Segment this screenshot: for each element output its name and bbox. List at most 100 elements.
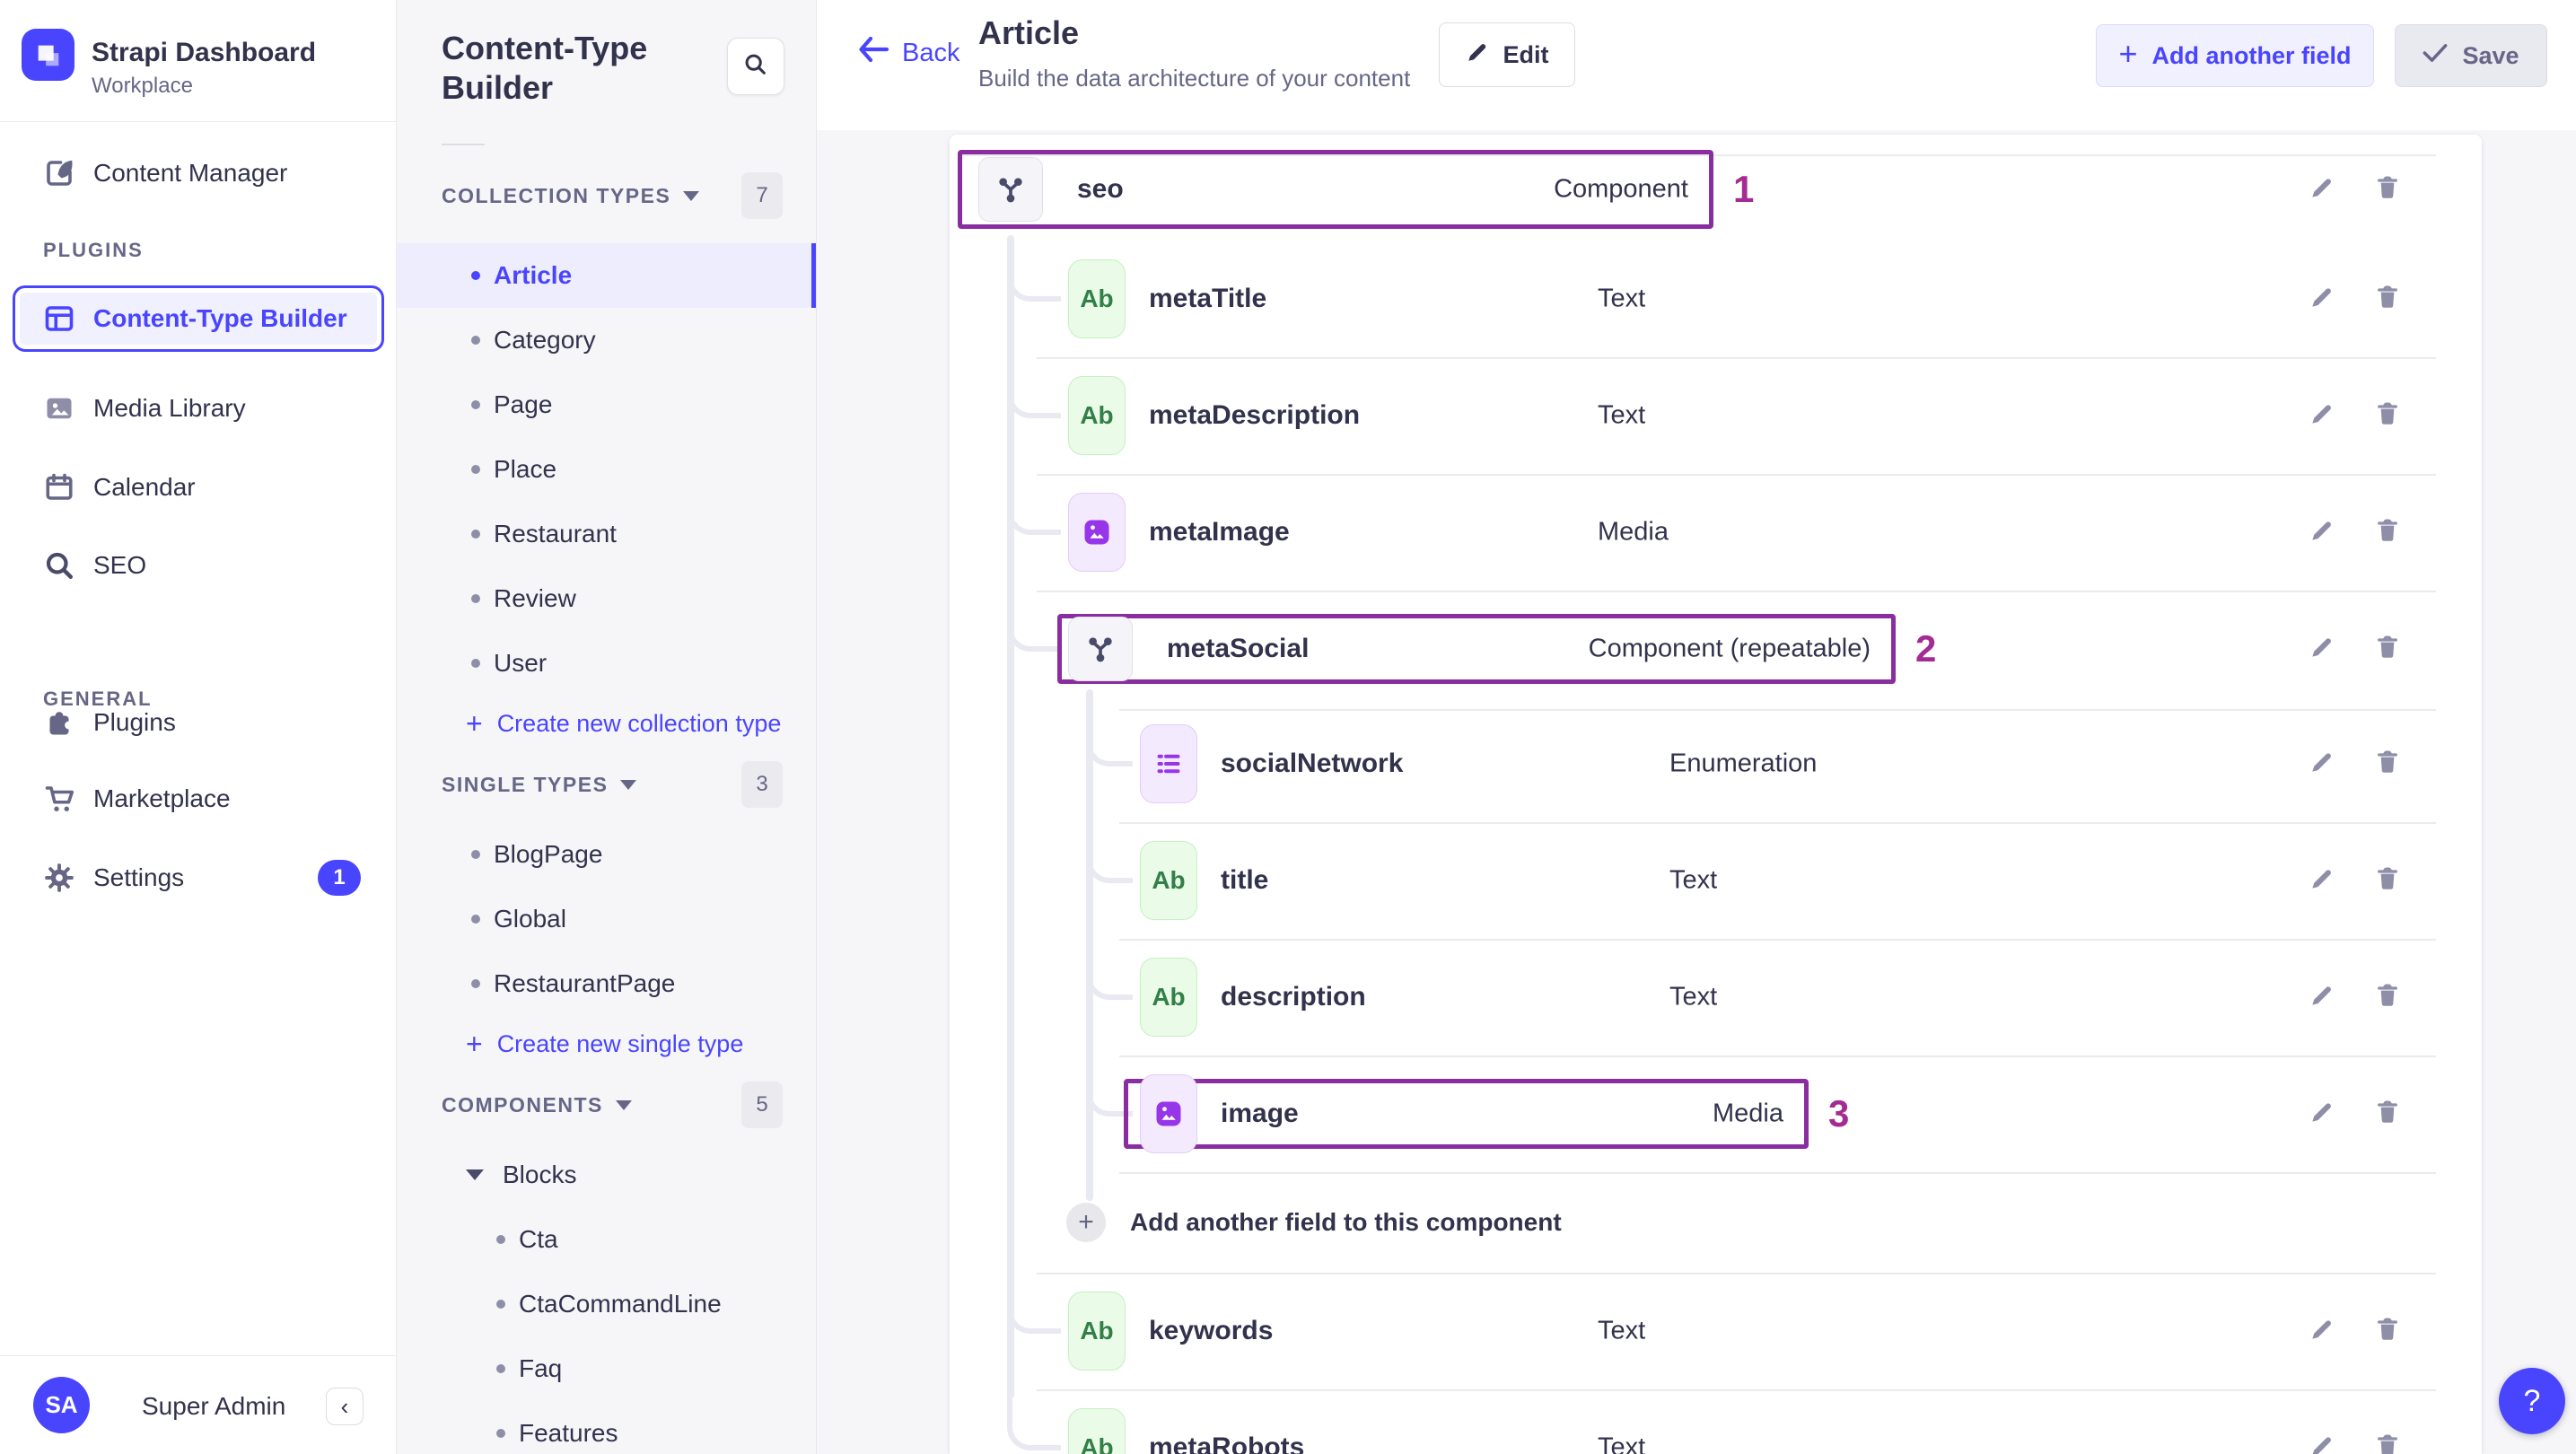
- delete-field-button[interactable]: [2368, 977, 2407, 1017]
- annotation-number: 3: [1828, 1092, 1850, 1134]
- sidebar-item-marketplace[interactable]: Marketplace: [0, 766, 397, 831]
- edit-field-button[interactable]: [2302, 279, 2342, 319]
- pencil-icon: [2308, 981, 2336, 1014]
- edit-field-button[interactable]: [2302, 1311, 2342, 1351]
- user-name: Super Admin: [142, 1392, 286, 1420]
- bullet-icon: [496, 1364, 505, 1373]
- add-field-to-component-label[interactable]: Add another field to this component: [1130, 1208, 1562, 1237]
- edit-field-button[interactable]: [2302, 861, 2342, 900]
- sidebar-item-content-type-builder[interactable]: Content-Type Builder: [13, 285, 384, 352]
- group-blocks[interactable]: Blocks: [397, 1143, 816, 1207]
- panel-item-cta[interactable]: Cta: [397, 1207, 816, 1272]
- edit-field-button[interactable]: [2302, 396, 2342, 435]
- delete-field-button[interactable]: [2368, 861, 2407, 900]
- add-another-field-button[interactable]: + Add another field: [2096, 24, 2374, 87]
- pencil-icon: [2308, 1098, 2336, 1131]
- pencil-icon: [2308, 1315, 2336, 1348]
- pencil-icon: [2308, 173, 2336, 206]
- panel-item-review[interactable]: Review: [397, 566, 816, 631]
- panel-item-user[interactable]: User: [397, 631, 816, 696]
- pencil-icon: [1466, 40, 1489, 70]
- delete-field-button[interactable]: [2368, 1311, 2407, 1351]
- field-type: Component: [1554, 174, 1688, 204]
- avatar[interactable]: SA: [33, 1377, 90, 1433]
- pencil-icon: [2308, 283, 2336, 316]
- edit-field-button[interactable]: [2302, 629, 2342, 669]
- delete-field-button[interactable]: [2368, 396, 2407, 435]
- panel-title: Content-Type Builder: [442, 30, 648, 106]
- sidebar-item-calendar[interactable]: Calendar: [0, 455, 397, 520]
- sidebar-item-plugins[interactable]: Plugins: [0, 690, 397, 755]
- sidebar-item-content-manager[interactable]: Content Manager: [0, 141, 397, 206]
- chevron-down-icon: [615, 1099, 632, 1110]
- panel-item-blogpage[interactable]: BlogPage: [397, 822, 816, 887]
- edit-field-button[interactable]: [2302, 977, 2342, 1017]
- delete-field-button[interactable]: [2368, 1428, 2407, 1454]
- sidebar-item-settings[interactable]: Settings 1: [0, 845, 397, 910]
- delete-field-button[interactable]: [2368, 1094, 2407, 1134]
- panel-item-ctacommandline[interactable]: CtaCommandLine: [397, 1272, 816, 1336]
- text-field-icon: Ab: [1068, 1292, 1126, 1371]
- field-name: metaTitle: [1149, 284, 1267, 313]
- field-name: metaRobots: [1149, 1432, 1305, 1454]
- edit-field-button[interactable]: [2302, 512, 2342, 552]
- panel-item-restaurant[interactable]: Restaurant: [397, 502, 816, 566]
- panel-item-category[interactable]: Category: [397, 308, 816, 372]
- delete-field-button[interactable]: [2368, 170, 2407, 209]
- row-divider: [1037, 357, 2436, 359]
- row-divider: [1037, 474, 2436, 476]
- panel-item-label: RestaurantPage: [494, 969, 676, 997]
- panel-item-label: CtaCommandLine: [519, 1290, 722, 1318]
- edit-button[interactable]: Edit: [1439, 22, 1575, 87]
- sidebar-item-seo[interactable]: SEO: [0, 533, 397, 598]
- save-button[interactable]: Save: [2395, 24, 2547, 87]
- section-header-collection-types[interactable]: COLLECTION TYPES 7: [397, 172, 816, 219]
- panel-item-place[interactable]: Place: [397, 437, 816, 502]
- plus-icon: +: [466, 706, 483, 740]
- edit-field-button[interactable]: [2302, 1094, 2342, 1134]
- panel-item-global[interactable]: Global: [397, 887, 816, 951]
- panel-item-label: Features: [519, 1419, 618, 1447]
- nav-section-plugins: PLUGINS: [43, 239, 144, 261]
- panel-item-restaurantpage[interactable]: RestaurantPage: [397, 951, 816, 1016]
- panel-item-article[interactable]: Article: [397, 243, 816, 308]
- trash-icon: [2373, 399, 2402, 433]
- delete-field-button[interactable]: [2368, 629, 2407, 669]
- create-new-single-type-link[interactable]: + Create new single type: [397, 1016, 816, 1072]
- sidebar-item-media-library[interactable]: Media Library: [0, 376, 397, 441]
- page-header: Back Article Build the data architecture…: [817, 0, 2576, 130]
- help-button[interactable]: ?: [2499, 1368, 2565, 1434]
- edit-field-button[interactable]: [2302, 1428, 2342, 1454]
- edit-field-button[interactable]: [2302, 170, 2342, 209]
- page-title: Article: [978, 14, 1080, 51]
- field-type: Enumeration: [1669, 749, 1818, 778]
- section-count-badge: 3: [741, 761, 783, 808]
- enumeration-field-icon: [1140, 724, 1197, 803]
- panel-item-faq[interactable]: Faq: [397, 1336, 816, 1401]
- field-name: metaDescription: [1149, 400, 1361, 430]
- row-divider: [1119, 1172, 2436, 1174]
- field-type: Media: [1598, 517, 1669, 547]
- field-name: metaSocial: [1167, 634, 1310, 663]
- collapse-sidebar-button[interactable]: ‹: [326, 1388, 364, 1425]
- delete-field-button[interactable]: [2368, 279, 2407, 319]
- delete-field-button[interactable]: [2368, 744, 2407, 784]
- panel-item-features[interactable]: Features: [397, 1401, 816, 1454]
- field-type: Text: [1598, 400, 1646, 430]
- create-new-collection-type-link[interactable]: + Create new collection type: [397, 696, 816, 751]
- panel-item-label: BlogPage: [494, 840, 603, 868]
- search-button[interactable]: [727, 38, 784, 95]
- link-label: Create new single type: [496, 1029, 744, 1057]
- field-name: description: [1221, 982, 1366, 1012]
- delete-field-button[interactable]: [2368, 512, 2407, 552]
- section-header-components[interactable]: COMPONENTS 5: [397, 1082, 816, 1128]
- section-header-single-types[interactable]: SINGLE TYPES 3: [397, 761, 816, 808]
- text-field-glyph: Ab: [1080, 1433, 1114, 1454]
- add-field-to-component-button[interactable]: +: [1066, 1203, 1106, 1242]
- back-link[interactable]: Back: [857, 36, 959, 70]
- panel-item-page[interactable]: Page: [397, 372, 816, 437]
- edit-field-button[interactable]: [2302, 744, 2342, 784]
- trash-icon: [2373, 748, 2402, 781]
- pencil-icon: [2308, 1432, 2336, 1454]
- plus-icon: +: [1078, 1207, 1094, 1237]
